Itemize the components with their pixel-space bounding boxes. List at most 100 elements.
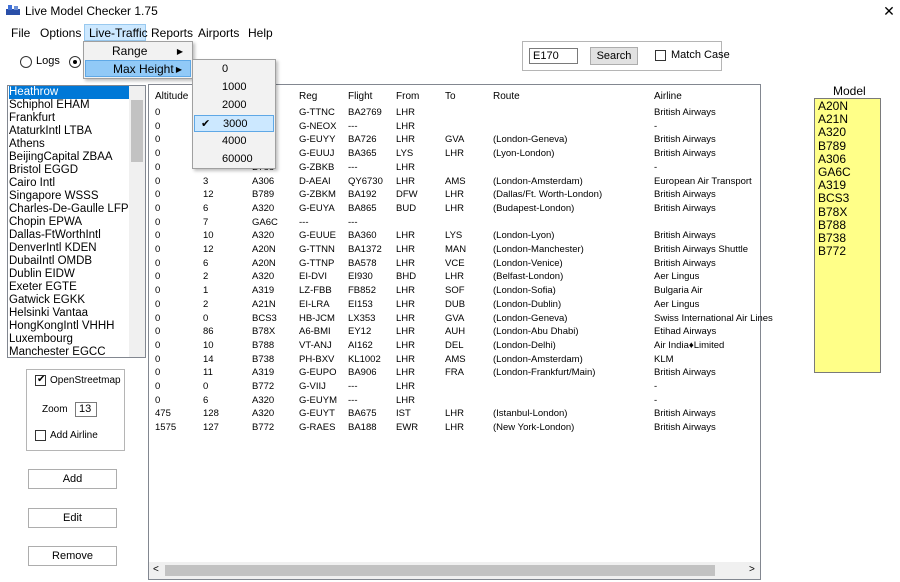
menu-item-range[interactable]: Range ▶ xyxy=(85,43,191,60)
column-header[interactable]: Route xyxy=(493,91,520,102)
openstreetmap-checkbox[interactable]: ✔ xyxy=(35,374,46,386)
table-cell: G-EUPO xyxy=(299,367,337,379)
column-header[interactable]: Altitude xyxy=(155,91,188,102)
table-cell: BHD xyxy=(396,271,417,283)
scroll-right-arrow[interactable]: > xyxy=(749,564,755,575)
airport-list-item[interactable]: HongKongIntl VHHH xyxy=(9,320,129,333)
model-list-item[interactable]: B788 xyxy=(818,218,846,232)
menu-help[interactable]: Help xyxy=(248,26,273,40)
airport-list-item[interactable]: BeijingCapital ZBAA xyxy=(9,151,129,164)
match-case-checkbox[interactable] xyxy=(655,50,666,61)
menu-airports[interactable]: Airports xyxy=(198,26,239,40)
table-cell: LHR xyxy=(445,408,465,420)
airport-list-item[interactable]: Manchester EGCC xyxy=(9,346,129,359)
window-title: Live Model Checker 1.75 xyxy=(25,4,158,18)
airport-list-item[interactable]: AtaturkIntl LTBA xyxy=(9,125,129,138)
table-hscroll-thumb[interactable] xyxy=(165,565,715,576)
max-height-option[interactable]: 2000 xyxy=(194,97,274,114)
column-header[interactable]: From xyxy=(396,91,419,102)
column-header[interactable]: To xyxy=(445,91,456,102)
menu-reports[interactable]: Reports xyxy=(151,26,193,40)
table-cell: LHR xyxy=(396,326,416,338)
airport-list-item[interactable]: Athens xyxy=(9,138,129,151)
model-list-item[interactable]: GA6C xyxy=(818,166,851,179)
airport-list-item[interactable]: Chopin EPWA xyxy=(9,216,129,229)
live-radio[interactable] xyxy=(69,56,81,68)
scroll-left-arrow[interactable]: < xyxy=(153,564,159,575)
add-button[interactable]: Add xyxy=(28,469,117,489)
model-list-item[interactable]: A21N xyxy=(818,113,848,126)
table-cell: B738 xyxy=(252,353,275,365)
table-cell: Air India♦Limited xyxy=(654,339,725,351)
table-cell: DUB xyxy=(445,298,466,310)
column-header[interactable]: Flight xyxy=(348,91,372,102)
model-list-item[interactable]: A320 xyxy=(818,126,846,139)
model-list-item[interactable]: A306 xyxy=(818,152,846,166)
table-cell: 10 xyxy=(203,339,214,351)
airport-list-item[interactable]: Cairo Intl xyxy=(9,177,129,190)
table-cell: 11 xyxy=(203,367,213,379)
model-list-item[interactable]: B738 xyxy=(818,232,846,245)
table-cell: - xyxy=(654,394,658,406)
max-height-option[interactable]: 60000 xyxy=(194,151,274,168)
table-cell: 7 xyxy=(203,216,209,228)
model-list-item[interactable]: B789 xyxy=(818,139,846,153)
airport-list-scroll-thumb[interactable] xyxy=(131,100,143,162)
table-cell: (Lyon-London) xyxy=(493,148,555,160)
table-cell: BA360 xyxy=(348,230,377,242)
airport-list-item[interactable]: Frankfurt xyxy=(9,112,129,125)
max-height-option[interactable]: 4000 xyxy=(194,133,274,150)
column-header[interactable]: Reg xyxy=(299,91,317,102)
range-label: Range xyxy=(112,44,148,58)
table-cell: G-EUYY xyxy=(299,134,336,146)
submenu-arrow-icon: ▶ xyxy=(176,47,183,56)
model-list-item[interactable]: A319 xyxy=(818,179,846,192)
add-airline-checkbox[interactable] xyxy=(35,430,46,441)
model-list-item[interactable]: BCS3 xyxy=(818,192,849,205)
logs-radio[interactable] xyxy=(20,56,32,68)
airport-list-item[interactable]: Dublin EIDW xyxy=(9,268,129,281)
table-cell: Bulgaria Air xyxy=(654,285,703,297)
model-list-item[interactable]: B78X xyxy=(818,205,847,219)
remove-button[interactable]: Remove xyxy=(28,546,117,566)
table-cell: 0 xyxy=(155,271,161,283)
column-header[interactable]: Airline xyxy=(654,91,682,102)
menu-live-traffic[interactable]: Live-Traffic xyxy=(89,26,148,40)
edit-button[interactable]: Edit xyxy=(28,508,117,528)
airport-list-item[interactable]: Dallas-FtWorthIntl xyxy=(9,229,129,242)
airport-list-item[interactable]: Charles-De-Gaulle LFP xyxy=(9,203,129,216)
table-cell: A306 xyxy=(252,175,275,187)
airport-list-item[interactable]: Gatwick EGKK xyxy=(9,294,129,307)
table-cell: LYS xyxy=(445,230,463,242)
max-height-option[interactable]: 0 xyxy=(194,61,274,78)
airport-list-item[interactable]: Exeter EGTE xyxy=(9,281,129,294)
table-cell: LHR xyxy=(396,244,416,255)
table-cell: A319 xyxy=(252,367,275,379)
airport-list-item[interactable]: Heathrow xyxy=(9,86,129,99)
airport-list-item[interactable]: DubaiIntl OMDB xyxy=(9,255,129,268)
model-list-item[interactable]: A20N xyxy=(818,100,848,113)
search-input[interactable]: E170 xyxy=(529,48,578,64)
table-cell: 2 xyxy=(203,271,209,283)
max-height-option[interactable]: ✔ 3000 xyxy=(194,115,274,132)
airport-list-item[interactable]: Luxembourg xyxy=(9,333,129,346)
max-height-option-label: 60000 xyxy=(222,153,253,165)
airport-list-item[interactable]: Singapore WSSS xyxy=(9,190,129,203)
table-cell: British Airways xyxy=(654,134,716,146)
max-height-option[interactable]: 1000 xyxy=(194,79,274,96)
table-cell: EI-LRA xyxy=(299,298,330,310)
menu-item-max-height[interactable]: Max Height ▶ xyxy=(85,60,191,77)
airport-list-item[interactable]: DenverIntl KDEN xyxy=(9,242,129,255)
menu-file[interactable]: File xyxy=(11,26,30,40)
table-cell: (London-Sofia) xyxy=(493,285,556,297)
menu-options[interactable]: Options xyxy=(40,26,81,40)
airport-list-item[interactable]: Bristol EGGD xyxy=(9,164,129,177)
search-button[interactable]: Search xyxy=(590,47,638,65)
table-cell: B78X xyxy=(252,326,276,338)
model-list-item[interactable]: B772 xyxy=(818,245,846,258)
airport-list-item[interactable]: Schiphol EHAM xyxy=(9,99,129,112)
airport-list-item[interactable]: Helsinki Vantaa xyxy=(9,307,129,320)
close-button[interactable]: ✕ xyxy=(880,2,898,20)
table-cell: LHR xyxy=(445,271,465,283)
zoom-input[interactable]: 13 xyxy=(75,402,97,417)
